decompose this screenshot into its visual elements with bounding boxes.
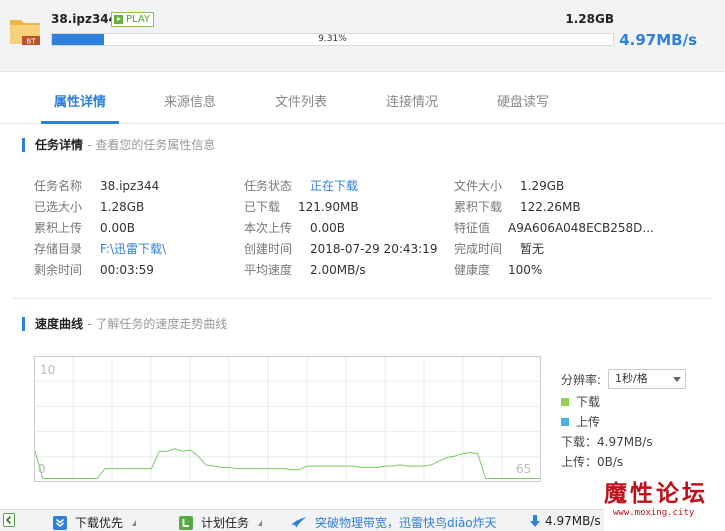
speed-curve-subtitle: - 了解任务的速度走势曲线 <box>87 317 228 331</box>
task-header: BT 38.ipz344 PLAY 1.28GB 9.31% 4.97MB/s <box>0 0 725 72</box>
detail-task-status: 任务状态 正在下载 <box>244 179 359 193</box>
chevron-left-icon <box>3 513 15 527</box>
promo-label: 突破物理带宽，迅雷快鸟diāo炸天 <box>315 516 497 530</box>
detail-downloaded: 已下载 121.90MB <box>244 200 359 214</box>
detail-session-upload: 本次上传 0.00B <box>244 221 345 235</box>
promo-link[interactable]: 突破物理带宽，迅雷快鸟diāo炸天 <box>290 514 497 531</box>
tab-file-list[interactable]: 文件列表 <box>266 91 336 110</box>
site-watermark: 魔性论坛 www.moxing.city <box>604 474 725 531</box>
task-details-subtitle: - 查看您的任务属性信息 <box>87 138 216 152</box>
current-upload-speed: 上传：0B/s <box>561 455 624 469</box>
download-speed: 4.97MB/s <box>619 31 697 49</box>
speed-curve-title: 速度曲线 <box>35 317 84 331</box>
resolution-value: 1秒/格 <box>615 372 648 385</box>
scheduled-task-button[interactable]: 计划任务 <box>179 514 263 531</box>
tab-disk-io[interactable]: 硬盘读写 <box>488 91 558 110</box>
legend-download: 下载 <box>561 393 600 410</box>
task-detail-window: BT 38.ipz344 PLAY 1.28GB 9.31% 4.97MB/s … <box>0 0 725 531</box>
detail-total-upload: 累积上传 0.00B <box>34 221 135 235</box>
tab-connections[interactable]: 连接情况 <box>377 91 447 110</box>
bt-folder-icon: BT <box>10 20 40 46</box>
priority-icon <box>53 515 67 530</box>
tab-source-info[interactable]: 来源信息 <box>155 91 225 110</box>
play-button[interactable]: PLAY <box>111 12 155 27</box>
detail-health: 健康度 100% <box>454 263 543 277</box>
detail-task-name: 任务名称 38.ipz344 <box>34 179 160 193</box>
arrow-down-icon <box>530 515 540 527</box>
y-max-label: 10 <box>40 363 55 377</box>
total-speed-value: 4.97MB/s <box>545 514 601 528</box>
resolution-row: 分辨率: 1秒/格 <box>561 369 686 389</box>
detail-created-time: 创建时间 2018-07-29 20:43:19 <box>244 242 438 256</box>
file-badge-text: BT <box>26 38 36 46</box>
priority-label: 下载优先 <box>75 516 124 530</box>
detail-save-dir: 存储目录 F:\迅雷下载\ <box>34 242 167 256</box>
resolution-select[interactable]: 1秒/格 <box>608 369 686 389</box>
detail-remaining-time: 剩余时间 00:03:59 <box>34 263 154 277</box>
x-max-label: 65 <box>516 462 531 476</box>
current-download-speed: 下载：4.97MB/s <box>561 435 653 449</box>
watermark-title: 魔性论坛 <box>604 480 708 507</box>
detail-average-speed: 平均速度 2.00MB/s <box>244 263 366 277</box>
schedule-label: 计划任务 <box>201 516 250 530</box>
detail-total-download: 累积下载 122.26MB <box>454 200 581 214</box>
detail-tabs: 属性详情 来源信息 文件列表 连接情况 硬盘读写 <box>0 72 725 124</box>
chevron-down-icon <box>673 377 681 382</box>
download-swatch <box>561 398 569 406</box>
task-details-heading: 任务详情 - 查看您的任务属性信息 <box>22 138 215 152</box>
collapse-button[interactable] <box>3 513 15 527</box>
legend-download-label: 下载 <box>576 395 601 409</box>
save-dir-link[interactable]: F:\迅雷下载\ <box>100 242 166 256</box>
schedule-icon <box>179 515 193 530</box>
progress-label: 9.31% <box>318 34 347 44</box>
dropdown-corner-icon <box>132 519 137 526</box>
legend-upload-label: 上传 <box>576 415 601 429</box>
detail-finish-time: 完成时间 暂无 <box>454 242 545 256</box>
total-speed: 4.97MB/s <box>530 514 601 528</box>
speed-chart: 10 0 65 <box>34 356 541 482</box>
resolution-label: 分辨率: <box>561 373 602 387</box>
upload-swatch <box>561 418 569 426</box>
task-details-title: 任务详情 <box>35 138 84 152</box>
detail-file-size: 文件大小 1.29GB <box>454 179 565 193</box>
speed-curve-heading: 速度曲线 - 了解任务的速度走势曲线 <box>22 317 227 331</box>
legend-upload: 上传 <box>561 413 600 430</box>
download-priority-button[interactable]: 下载优先 <box>53 514 137 531</box>
detail-selected-size: 已选大小 1.28GB <box>34 200 145 214</box>
active-tab-indicator <box>41 121 119 124</box>
tab-properties[interactable]: 属性详情 <box>45 91 115 110</box>
section-divider <box>12 298 713 299</box>
file-name: 38.ipz344 <box>51 12 117 26</box>
progress-bar: 9.31% <box>51 33 614 46</box>
detail-hash: 特征值 A9A606A048ECB258D... <box>454 221 654 235</box>
bird-icon <box>291 516 307 528</box>
downloaded-size: 1.28GB <box>565 12 614 26</box>
x-min-label: 0 <box>38 462 46 476</box>
chart-frame <box>34 356 541 482</box>
play-icon <box>114 15 123 24</box>
watermark-url: www.moxing.city <box>613 508 695 518</box>
play-label: PLAY <box>126 14 151 25</box>
dropdown-corner-icon <box>258 519 263 526</box>
